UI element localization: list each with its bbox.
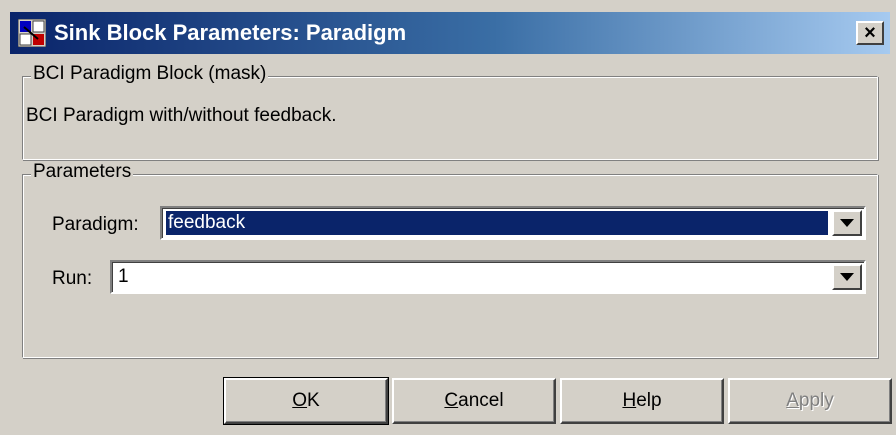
cancel-button-mnemonic: C [444, 390, 459, 411]
chevron-down-icon [840, 219, 854, 227]
run-dropdown-button[interactable] [832, 264, 862, 290]
paradigm-label: Paradigm: [52, 214, 139, 235]
help-button[interactable]: Help [560, 378, 724, 424]
help-button-label: elp [636, 390, 662, 411]
apply-button-label: pply [798, 390, 834, 411]
ok-button-label: K [307, 390, 320, 411]
simulink-block-icon [18, 19, 46, 47]
cancel-button-label: ancel [458, 390, 504, 411]
ok-button-mnemonic: O [292, 390, 308, 411]
paradigm-select[interactable]: feedback [160, 206, 866, 240]
title-bar[interactable]: Sink Block Parameters: Paradigm × [10, 12, 890, 54]
chevron-down-icon [840, 273, 854, 281]
help-button-mnemonic: H [622, 390, 637, 411]
window-title: Sink Block Parameters: Paradigm [54, 20, 407, 45]
apply-button[interactable]: Apply [728, 378, 892, 424]
parameters-group-legend: Parameters [31, 161, 134, 183]
paradigm-select-value: feedback [165, 210, 829, 236]
run-label: Run: [52, 268, 93, 289]
close-button[interactable]: × [856, 21, 884, 45]
run-select[interactable]: 1 [110, 260, 866, 294]
ok-button[interactable]: OK [223, 377, 389, 425]
run-select-value: 1 [118, 266, 129, 287]
apply-button-mnemonic: A [786, 390, 799, 411]
cancel-button[interactable]: Cancel [392, 378, 556, 424]
paradigm-dropdown-button[interactable] [832, 210, 862, 236]
mask-description: BCI Paradigm with/without feedback. [26, 105, 337, 126]
close-icon: × [864, 22, 876, 44]
mask-group-legend: BCI Paradigm Block (mask) [31, 63, 269, 85]
block-parameters-dialog: Sink Block Parameters: Paradigm × BCI Pa… [0, 0, 896, 435]
